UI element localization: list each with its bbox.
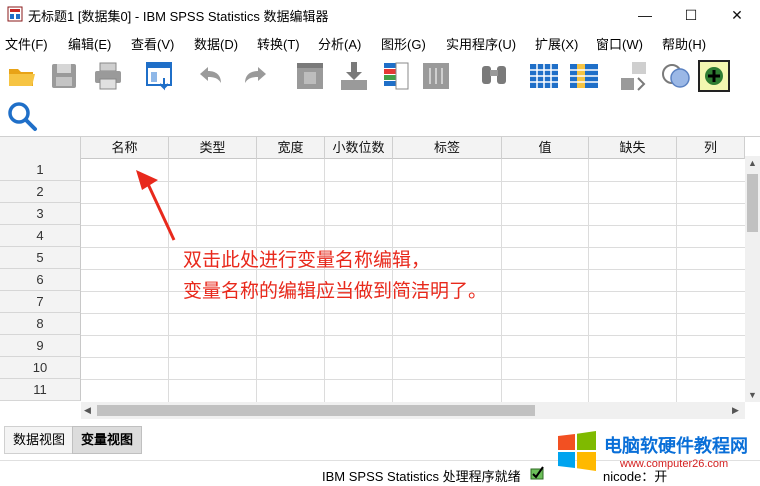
column-header-values[interactable]: 值 bbox=[502, 137, 589, 159]
ready-check-icon bbox=[530, 466, 544, 480]
value-labels-icon[interactable] bbox=[618, 60, 650, 92]
scroll-up-icon[interactable]: ▲ bbox=[748, 158, 757, 168]
scroll-right-icon[interactable]: ▶ bbox=[732, 405, 739, 416]
use-variable-sets-icon[interactable] bbox=[660, 60, 692, 92]
maximize-button[interactable]: ☐ bbox=[668, 0, 714, 30]
menu-extensions[interactable]: 扩展(X) bbox=[535, 34, 578, 53]
watermark-url: www.computer26.com bbox=[620, 458, 729, 470]
annotation-line-2: 变量名称的编辑应当做到简洁明了。 bbox=[183, 280, 488, 302]
menu-edit[interactable]: 编辑(E) bbox=[68, 34, 111, 53]
column-header-decimals[interactable]: 小数位数 bbox=[325, 137, 393, 159]
menu-data[interactable]: 数据(D) bbox=[194, 34, 238, 53]
redo-icon[interactable] bbox=[240, 60, 272, 92]
row-header[interactable]: 8 bbox=[0, 313, 81, 335]
window-title: 无标题1 [数据集0] - IBM SPSS Statistics 数据编辑器 bbox=[28, 9, 329, 24]
run-descriptives-icon[interactable] bbox=[420, 60, 452, 92]
vertical-scroll-thumb[interactable] bbox=[747, 174, 758, 232]
grid-line bbox=[676, 159, 677, 403]
menu-utilities[interactable]: 实用程序(U) bbox=[446, 34, 516, 53]
column-header-label[interactable]: 标签 bbox=[393, 137, 502, 159]
save-icon[interactable] bbox=[48, 60, 80, 92]
menu-graphs[interactable]: 图形(G) bbox=[381, 34, 426, 53]
menu-bar: 文件(F) 编辑(E) 查看(V) 数据(D) 转换(T) 分析(A) 图形(G… bbox=[0, 30, 760, 54]
row-header[interactable]: 1 bbox=[0, 159, 81, 181]
grid-header: 名称 类型 宽度 小数位数 标签 值 缺失 列 bbox=[0, 137, 745, 159]
row-header[interactable]: 3 bbox=[0, 203, 81, 225]
menu-file[interactable]: 文件(F) bbox=[5, 34, 48, 53]
annotation-line-1: 双击此处进行变量名称编辑， bbox=[183, 249, 431, 271]
menu-window[interactable]: 窗口(W) bbox=[596, 34, 643, 53]
row-header[interactable]: 11 bbox=[0, 379, 81, 401]
insert-cases-icon[interactable] bbox=[528, 60, 560, 92]
menu-help[interactable]: 帮助(H) bbox=[662, 34, 706, 53]
annotation-arrow bbox=[136, 170, 176, 241]
row-header[interactable]: 10 bbox=[0, 357, 81, 379]
scroll-left-icon[interactable]: ◀ bbox=[84, 405, 91, 416]
watermark-title: 电脑软硬件教程网 bbox=[604, 436, 748, 457]
close-button[interactable]: ✕ bbox=[714, 0, 760, 30]
variables-icon[interactable] bbox=[380, 60, 412, 92]
title-bar: 无标题1 [数据集0] - IBM SPSS Statistics 数据编辑器 … bbox=[0, 0, 760, 30]
show-all-variables-icon[interactable] bbox=[698, 60, 730, 92]
recall-dialog-icon[interactable] bbox=[144, 60, 176, 92]
vertical-scrollbar[interactable]: ▲ ▼ bbox=[745, 156, 760, 402]
tab-data-view[interactable]: 数据视图 bbox=[4, 426, 75, 454]
horizontal-scroll-thumb[interactable] bbox=[97, 405, 535, 416]
row-header[interactable]: 2 bbox=[0, 181, 81, 203]
menu-view[interactable]: 查看(V) bbox=[131, 34, 174, 53]
row-header[interactable]: 7 bbox=[0, 291, 81, 313]
spss-app-icon bbox=[7, 6, 23, 22]
row-header[interactable]: 6 bbox=[0, 269, 81, 291]
undo-icon[interactable] bbox=[194, 60, 226, 92]
grid-line bbox=[588, 159, 589, 403]
grid-line bbox=[81, 313, 745, 314]
corner-cell bbox=[0, 137, 81, 159]
column-header-columns[interactable]: 列 bbox=[677, 137, 745, 159]
goto-case-icon[interactable] bbox=[294, 60, 326, 92]
print-icon[interactable] bbox=[92, 60, 124, 92]
open-folder-icon[interactable] bbox=[6, 60, 38, 92]
tab-variable-view[interactable]: 变量视图 bbox=[72, 426, 143, 454]
minimize-button[interactable]: — bbox=[622, 0, 668, 30]
grid-line bbox=[81, 357, 745, 358]
column-header-missing[interactable]: 缺失 bbox=[589, 137, 677, 159]
row-header[interactable]: 4 bbox=[0, 225, 81, 247]
grid-line bbox=[81, 379, 745, 380]
scroll-down-icon[interactable]: ▼ bbox=[748, 390, 757, 400]
grid-line bbox=[81, 335, 745, 336]
insert-variable-icon[interactable] bbox=[568, 60, 600, 92]
row-header[interactable]: 5 bbox=[0, 247, 81, 269]
horizontal-scrollbar[interactable]: ◀ ▶ bbox=[81, 402, 745, 419]
column-header-width[interactable]: 宽度 bbox=[257, 137, 325, 159]
row-header[interactable]: 9 bbox=[0, 335, 81, 357]
processor-status: IBM SPSS Statistics 处理程序就绪 bbox=[322, 469, 521, 484]
goto-variable-icon[interactable] bbox=[338, 60, 370, 92]
column-header-name[interactable]: 名称 bbox=[81, 137, 169, 159]
find-icon[interactable] bbox=[478, 60, 510, 92]
menu-transform[interactable]: 转换(T) bbox=[257, 34, 300, 53]
toolbar bbox=[0, 54, 760, 136]
column-header-type[interactable]: 类型 bbox=[169, 137, 257, 159]
grid-line bbox=[501, 159, 502, 403]
menu-analyze[interactable]: 分析(A) bbox=[318, 34, 361, 53]
windows-logo-icon bbox=[558, 431, 596, 471]
search-icon[interactable] bbox=[6, 100, 38, 132]
